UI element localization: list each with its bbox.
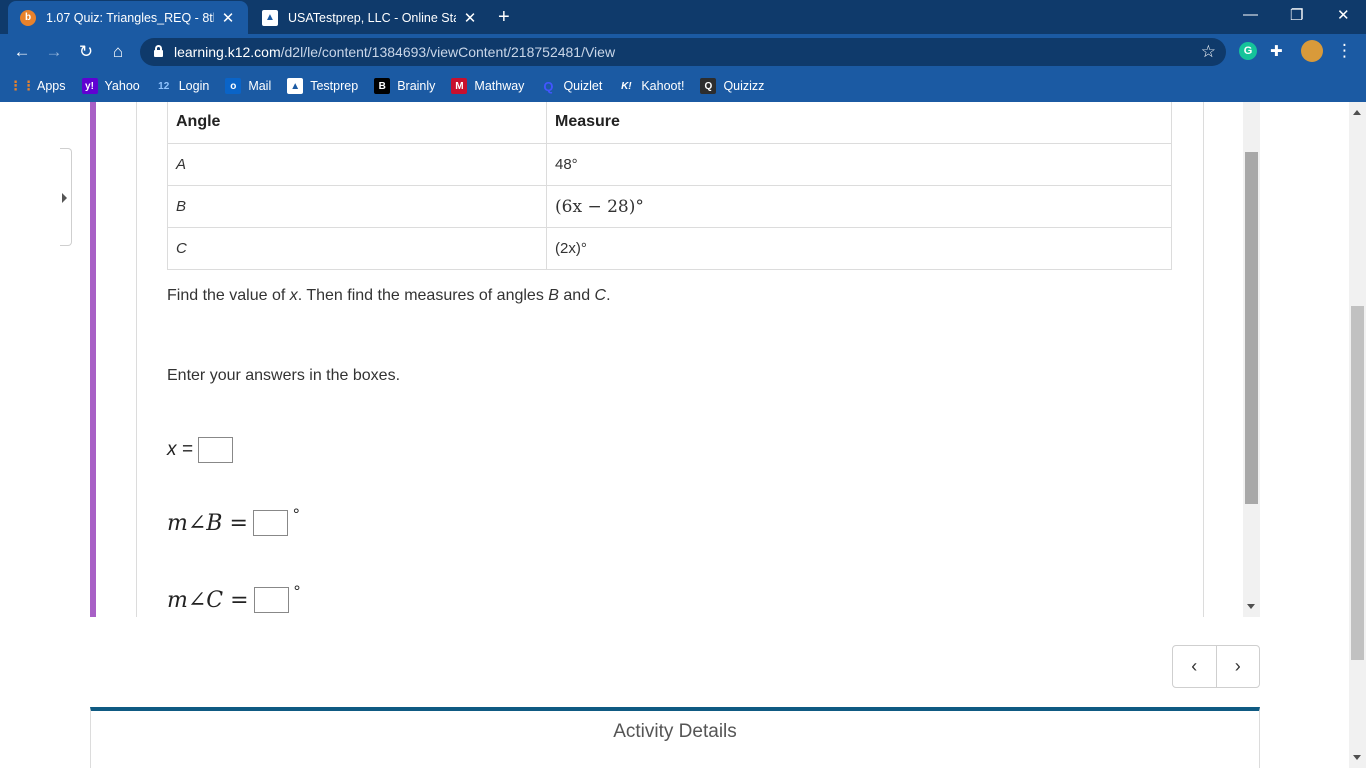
lock-icon[interactable] [154, 45, 163, 57]
measure-cell: 48° [546, 143, 1172, 186]
scroll-up-icon[interactable] [1353, 110, 1361, 115]
bookmarks-bar: ⋮⋮ Apps y! Yahoo 12 Login o Mail ▲ Testprep B… [0, 70, 1366, 102]
bookmark-quizlet[interactable]: Q Quizlet [540, 78, 602, 94]
next-button[interactable]: › [1215, 646, 1260, 687]
measure-cell: (6x − 28)° [546, 185, 1172, 228]
chevron-right-icon [62, 193, 67, 203]
tab-quiz[interactable]: b 1.07 Quiz: Triangles_REQ - 8th M ✕ [8, 1, 248, 34]
forward-icon[interactable]: → [43, 41, 65, 63]
bookmark-quizizz[interactable]: Q Quizizz [700, 78, 764, 94]
url-text: learning.k12.com/d2l/le/content/1384693/… [174, 44, 616, 60]
quizlet-icon: Q [543, 78, 554, 94]
page-scrollbar-thumb[interactable] [1351, 306, 1364, 660]
side-panel-toggle[interactable] [60, 148, 72, 246]
answer-b-input[interactable] [252, 510, 288, 536]
scroll-down-icon[interactable] [1353, 755, 1361, 760]
minimize-icon[interactable]: — [1243, 6, 1258, 23]
answer-c-row: m∠C = ° [167, 582, 300, 613]
frame-scrollbar[interactable] [1243, 102, 1260, 617]
angle-measure-table: Angle Measure A 48° B (6x − 28)° C (2x)° [167, 102, 1172, 270]
bookmark-login[interactable]: 12 Login [156, 78, 209, 94]
brainly-icon: B [374, 78, 391, 94]
answer-x-row: x = [167, 437, 233, 463]
bookmark-mathway[interactable]: M Mathway [451, 78, 524, 94]
page-content: Angle Measure A 48° B (6x − 28)° C (2x)°… [0, 102, 1366, 768]
question-prompt: Find the value of x. Then find the measu… [167, 287, 611, 304]
close-tab-icon[interactable]: ✕ [220, 9, 236, 27]
apps-grid-icon: ⋮⋮ [9, 78, 35, 93]
mathway-icon: M [451, 78, 468, 94]
k12-icon: b [20, 9, 36, 26]
angle-cell: B [167, 185, 547, 228]
tab-usatestprep[interactable]: ▲ USATestprep, LLC - Online State- ✕ [250, 1, 490, 34]
login-icon: 12 [158, 80, 170, 92]
degree-symbol: ° [293, 582, 301, 601]
angle-cell: A [167, 143, 547, 186]
back-icon[interactable]: ← [11, 41, 33, 63]
yahoo-icon: y! [81, 78, 98, 94]
extensions-icon[interactable]: ✚ [1270, 42, 1288, 60]
restore-icon[interactable]: ❐ [1290, 6, 1303, 24]
reload-icon[interactable]: ↻ [75, 41, 97, 63]
answer-b-row: m∠B = ° [167, 505, 300, 536]
usatestprep-icon: ▲ [262, 9, 278, 26]
tab-title: 1.07 Quiz: Triangles_REQ - 8th M [46, 10, 214, 25]
bookmark-kahoot[interactable]: K! Kahoot! [618, 78, 684, 94]
answer-b-label: m∠B = [167, 510, 248, 536]
home-icon[interactable]: ⌂ [107, 41, 129, 63]
measure-cell: (2x)° [546, 227, 1172, 270]
testprep-icon: ▲ [287, 78, 304, 94]
activity-details-panel: Activity Details [90, 707, 1260, 768]
menu-icon[interactable]: ⋮ [1336, 41, 1353, 61]
close-tab-icon[interactable]: ✕ [462, 9, 478, 27]
tab-strip: b 1.07 Quiz: Triangles_REQ - 8th M ✕ ▲ U… [0, 0, 1366, 34]
bookmark-mail[interactable]: o Mail [225, 78, 271, 94]
previous-button[interactable]: ‹ [1173, 646, 1216, 687]
bookmark-yahoo[interactable]: y! Yahoo [81, 78, 140, 94]
kahoot-icon: K! [621, 80, 632, 92]
table-header-row: Angle Measure [167, 102, 1172, 144]
tab-title: USATestprep, LLC - Online State- [288, 10, 456, 25]
grammarly-icon[interactable]: G [1239, 42, 1257, 60]
instructions: Enter your answers in the boxes. [167, 367, 401, 384]
accent-bar [90, 102, 96, 617]
browser-toolbar: ← → ↻ ⌂ learning.k12.com/d2l/le/content/… [0, 34, 1366, 70]
table-row: C (2x)° [167, 227, 1172, 270]
bookmark-star-icon[interactable]: ☆ [1201, 42, 1216, 62]
frame-scrollbar-thumb[interactable] [1245, 152, 1258, 504]
bookmark-apps[interactable]: ⋮⋮ Apps [9, 78, 66, 94]
answer-c-label: m∠C = [167, 587, 249, 613]
column-header-measure: Measure [546, 102, 1172, 144]
quizizz-icon: Q [700, 78, 717, 94]
profile-avatar[interactable] [1301, 40, 1323, 62]
answer-x-input[interactable] [197, 437, 233, 463]
page-scrollbar[interactable] [1349, 102, 1366, 768]
bookmark-testprep[interactable]: ▲ Testprep [287, 78, 358, 94]
address-bar[interactable]: learning.k12.com/d2l/le/content/1384693/… [140, 38, 1226, 66]
question-pager: ‹ › [1172, 645, 1260, 688]
activity-details-title: Activity Details [613, 721, 737, 742]
close-window-icon[interactable]: ✕ [1337, 6, 1350, 24]
scroll-down-icon[interactable] [1247, 604, 1255, 609]
answer-x-label: x = [167, 439, 193, 460]
outlook-icon: o [225, 78, 242, 94]
degree-symbol: ° [292, 505, 300, 524]
angle-cell: C [167, 227, 547, 270]
bookmark-brainly[interactable]: B Brainly [374, 78, 435, 94]
table-row: A 48° [167, 143, 1172, 186]
new-tab-icon[interactable]: + [498, 7, 510, 27]
table-row: B (6x − 28)° [167, 185, 1172, 228]
column-header-angle: Angle [167, 102, 547, 144]
answer-c-input[interactable] [253, 587, 289, 613]
